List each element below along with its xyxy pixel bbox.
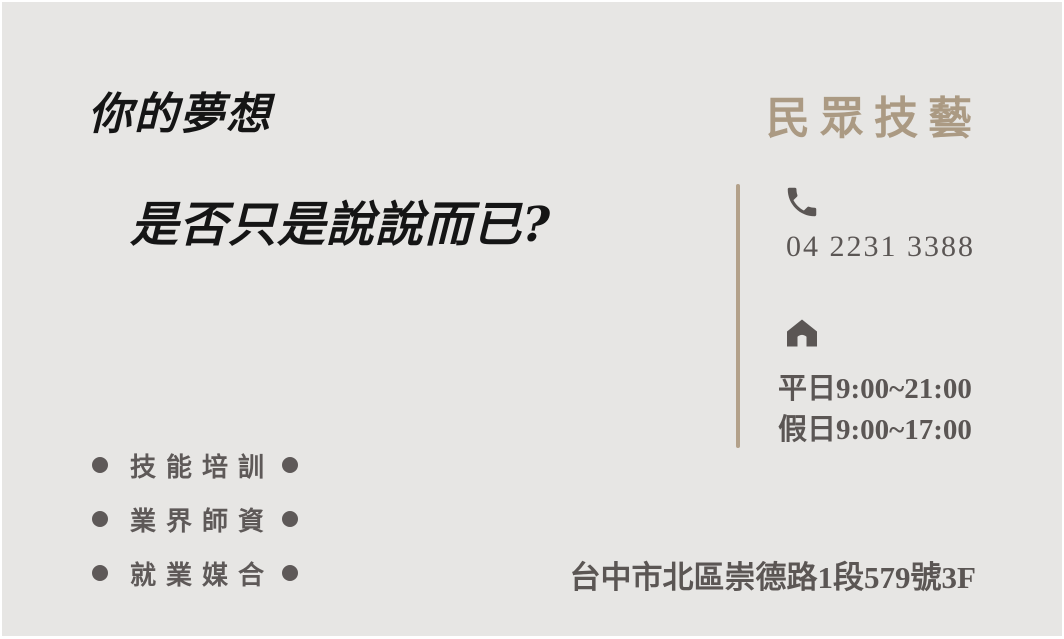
home-icon bbox=[787, 319, 817, 347]
feature-item: 業界師資 bbox=[92, 502, 299, 537]
feature-item: 技能培訓 bbox=[92, 448, 299, 483]
feature-item: 就業媒合 bbox=[92, 556, 299, 591]
bullet-dot bbox=[282, 565, 299, 581]
feature-label: 業界師資 bbox=[130, 506, 275, 537]
feature-label: 技能培訓 bbox=[130, 452, 275, 483]
slogan-line-2: 是否只是說說而已? bbox=[130, 197, 552, 253]
bullet-dot bbox=[282, 511, 299, 527]
phone-icon bbox=[787, 187, 817, 217]
bullet-dot bbox=[92, 565, 108, 581]
business-card: 你的夢想 是否只是說說而已? 民眾技藝 04 2231 3388 平日9:00~… bbox=[2, 2, 1062, 636]
bullet-dot bbox=[92, 457, 108, 473]
holiday-hours: 假日9:00~17:00 bbox=[778, 414, 972, 446]
address: 台中市北區崇德路1段579號3F bbox=[569, 560, 976, 595]
phone-number: 04 2231 3388 bbox=[786, 230, 975, 263]
bullet-dot bbox=[282, 457, 299, 473]
feature-label: 就業媒合 bbox=[130, 560, 275, 591]
brand-name: 民眾技藝 bbox=[766, 93, 982, 144]
slogan-line-1: 你的夢想 bbox=[88, 89, 272, 140]
vertical-divider bbox=[736, 184, 740, 448]
weekday-hours: 平日9:00~21:00 bbox=[778, 373, 972, 405]
bullet-dot bbox=[92, 511, 108, 527]
